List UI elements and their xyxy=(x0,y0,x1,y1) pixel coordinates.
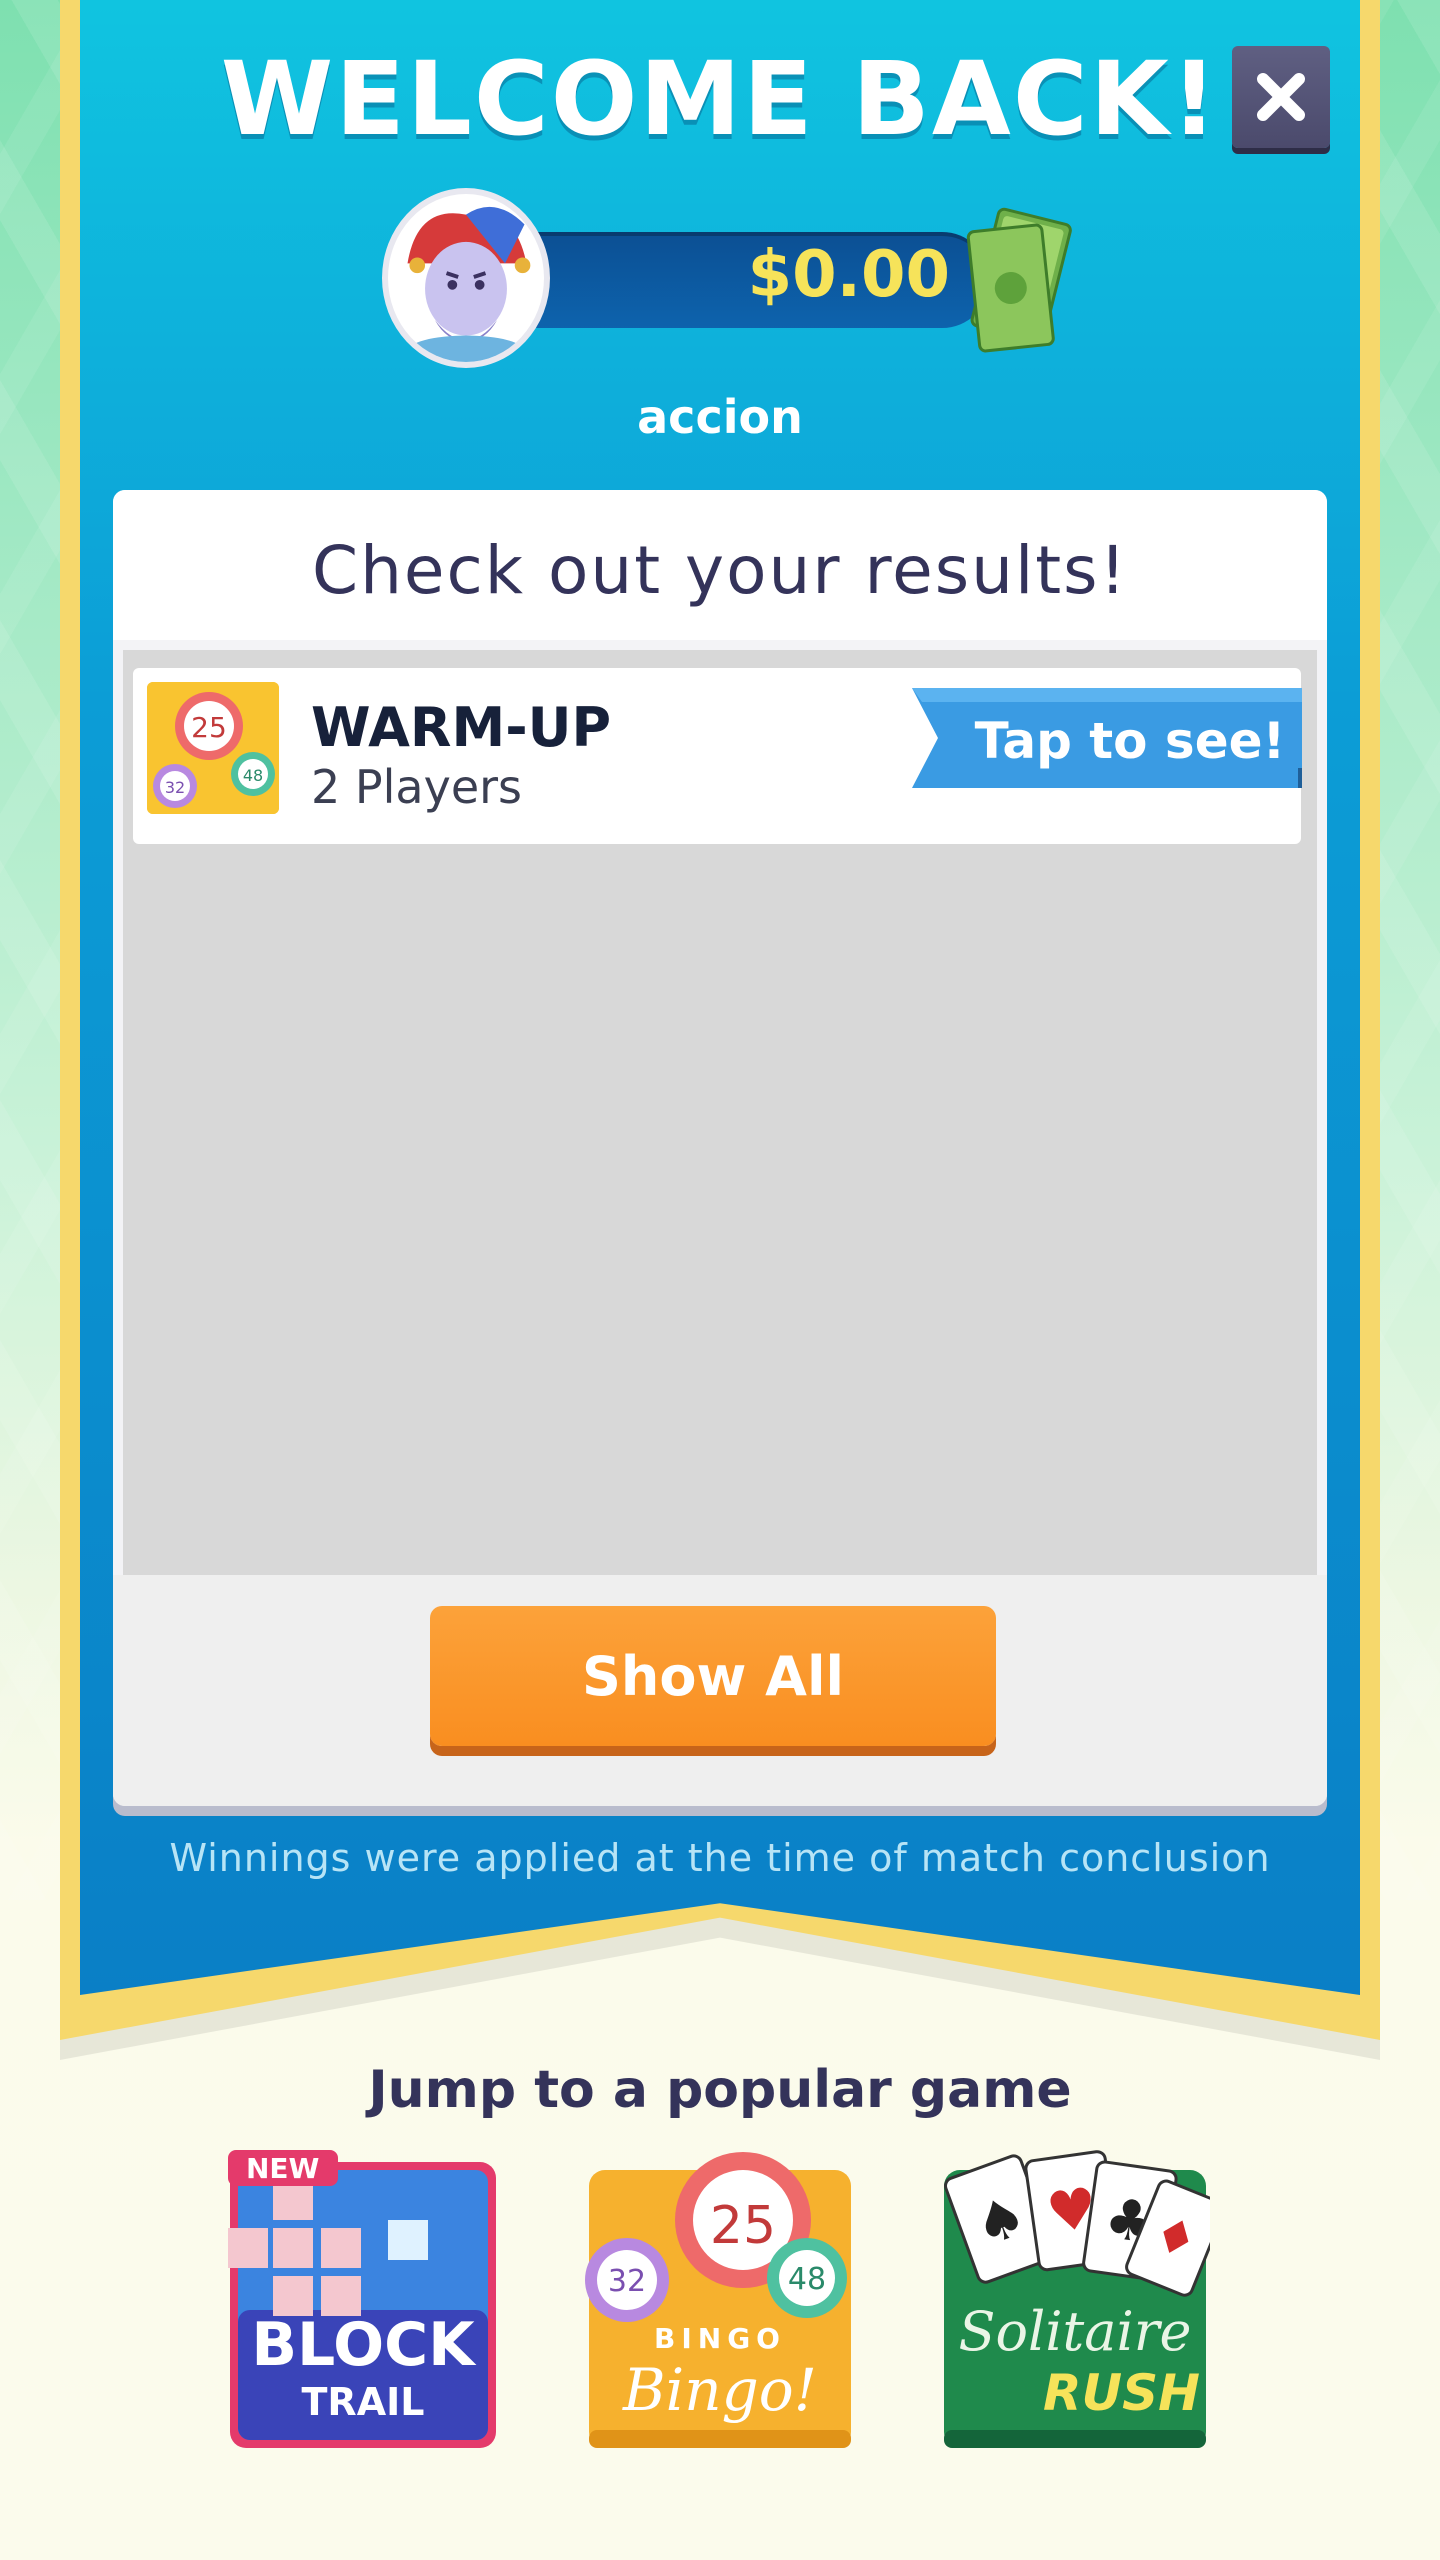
bingo-balls-icon: 25 32 48 xyxy=(147,682,279,814)
show-all-button[interactable]: Show All xyxy=(430,1606,996,1746)
username: accion xyxy=(637,390,803,444)
svg-text:32: 32 xyxy=(165,778,185,797)
popular-games-title: Jump to a popular game xyxy=(368,2060,1072,2120)
tap-to-see-label: Tap to see! xyxy=(974,712,1286,770)
winnings-note: Winnings were applied at the time of mat… xyxy=(169,1836,1271,1880)
solitaire-rush-game-tile[interactable]: ♠ ♥ ♣ ♦ Solitaire RUSH xyxy=(940,2150,1226,2450)
block-trail-title: BLOCK xyxy=(251,2310,475,2380)
bingo-ball-25: 25 xyxy=(709,2196,777,2256)
solitaire-subtitle: RUSH xyxy=(1043,2364,1200,2422)
svg-text:48: 48 xyxy=(243,766,263,785)
welcome-title: WELCOME BACK! xyxy=(220,40,1220,159)
jester-avatar-icon xyxy=(407,206,531,362)
bingo-subtitle: BINGO xyxy=(654,2322,786,2355)
avatar[interactable] xyxy=(382,188,550,368)
solitaire-title: Solitaire xyxy=(958,2300,1192,2363)
results-title: Check out your results! xyxy=(311,531,1129,609)
close-icon xyxy=(1257,73,1305,121)
close-button[interactable] xyxy=(1232,46,1330,148)
block-trail-subtitle: TRAIL xyxy=(301,2380,425,2424)
result-game-name: WARM-UP xyxy=(311,696,612,759)
bingo-ball-48: 48 xyxy=(787,2262,827,2297)
bingo-game-tile[interactable]: 25 32 48 BINGO Bingo! xyxy=(585,2150,855,2450)
bingo-ball-32: 32 xyxy=(607,2264,647,2299)
new-badge: NEW xyxy=(246,2152,320,2185)
balance-amount: $0.00 xyxy=(747,238,950,312)
cash-stack-icon: $ xyxy=(966,207,1072,353)
bingo-title: Bingo! xyxy=(623,2356,817,2424)
results-header: Check out your results! xyxy=(113,490,1327,640)
svg-text:25: 25 xyxy=(191,711,227,744)
block-trail-game-tile[interactable]: NEW BLOCK TRAIL xyxy=(228,2150,498,2450)
result-player-count: 2 Players xyxy=(311,760,522,814)
